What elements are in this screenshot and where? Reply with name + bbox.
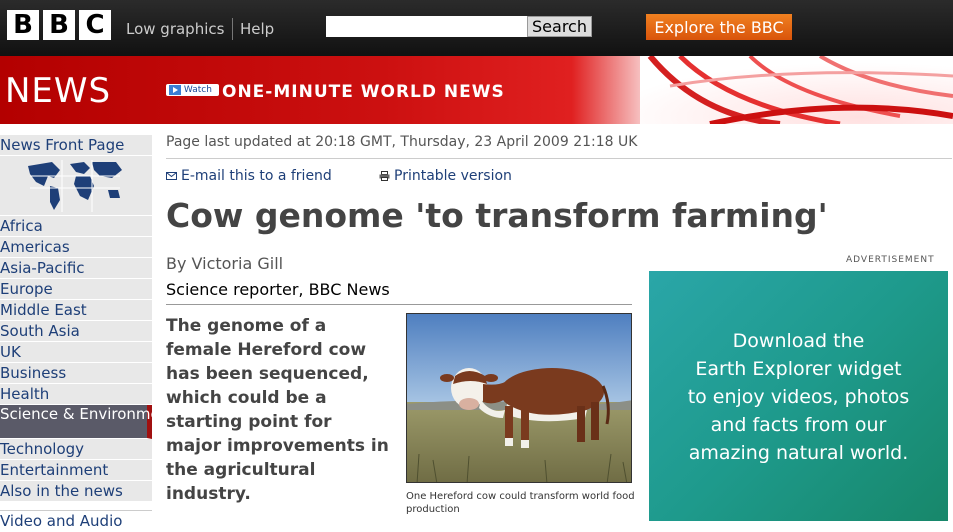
news-section-title[interactable]: NEWS [5, 71, 111, 111]
logo-letter: C [79, 10, 111, 40]
ad-line: to enjoy videos, photos [687, 386, 910, 408]
printable-version-link[interactable]: Printable version [379, 168, 512, 184]
top-bar: B B C Low graphics Help Search Explore t… [0, 0, 953, 56]
watch-label: Watch [183, 85, 212, 95]
sidebar-item-business[interactable]: Business [0, 363, 152, 384]
email-friend-label: E-mail this to a friend [181, 168, 332, 184]
sidebar-item-south-asia[interactable]: South Asia [0, 321, 152, 342]
watch-button[interactable]: Watch [166, 84, 219, 96]
photo-caption: One Hereford cow could transform world f… [406, 491, 635, 515]
author-role: Science reporter, BBC News [166, 280, 390, 299]
low-graphics-link[interactable]: Low graphics [126, 20, 224, 38]
help-link[interactable]: Help [240, 20, 274, 38]
printable-version-label: Printable version [394, 168, 512, 184]
article-photo [406, 313, 632, 483]
sidebar-item-americas[interactable]: Americas [0, 237, 152, 258]
sidebar-nav: News Front Page Africa Americas Asia-Pac… [0, 135, 175, 531]
sidebar-item-middle-east[interactable]: Middle East [0, 300, 152, 321]
printer-icon [379, 171, 390, 181]
sidebar-item-video-and-audio[interactable]: Video and Audio [0, 510, 152, 531]
article-headline: Cow genome 'to transform farming' [166, 196, 828, 235]
ad-line: and facts from our [710, 414, 887, 436]
world-map-icon[interactable] [0, 156, 152, 216]
sidebar-item-europe[interactable]: Europe [0, 279, 152, 300]
divider [232, 18, 233, 40]
advertisement-label: ADVERTISEMENT [846, 255, 935, 265]
earth-explorer-ad[interactable]: Download the Earth Explorer widget to en… [649, 271, 948, 521]
sidebar-item-news-front-page[interactable]: News Front Page [0, 135, 152, 156]
envelope-icon [166, 172, 177, 180]
logo-letter: B [43, 10, 75, 40]
search-button[interactable]: Search [527, 16, 592, 37]
email-friend-link[interactable]: E-mail this to a friend [166, 168, 332, 184]
sidebar-item-science-environment[interactable]: Science & Environment [0, 405, 175, 439]
sidebar-item-asia-pacific[interactable]: Asia-Pacific [0, 258, 152, 279]
one-minute-news-link[interactable]: ONE-MINUTE WORLD NEWS [222, 82, 505, 102]
logo-letter: B [7, 10, 39, 40]
globe-graphic [640, 56, 953, 124]
sidebar-item-also-in-the-news[interactable]: Also in the news [0, 481, 152, 502]
bbc-logo[interactable]: B B C [7, 10, 111, 40]
article-byline: By Victoria Gill [166, 254, 284, 273]
ad-line: amazing natural world. [688, 442, 909, 464]
divider [166, 304, 632, 305]
search-input[interactable] [326, 16, 528, 37]
sidebar-item-entertainment[interactable]: Entertainment [0, 460, 152, 481]
sidebar-item-africa[interactable]: Africa [0, 216, 152, 237]
article-intro: The genome of a female Hereford cow has … [166, 316, 389, 504]
play-icon [169, 85, 181, 95]
divider [166, 158, 952, 159]
sidebar-item-health[interactable]: Health [0, 384, 152, 405]
sidebar-item-uk[interactable]: UK [0, 342, 152, 363]
last-updated-text: Page last updated at 20:18 GMT, Thursday… [166, 134, 638, 150]
sidebar-item-technology[interactable]: Technology [0, 439, 152, 460]
explore-bbc-button[interactable]: Explore the BBC [646, 14, 792, 40]
ad-line: Earth Explorer widget [695, 358, 902, 380]
ad-line: Download the [732, 330, 865, 352]
